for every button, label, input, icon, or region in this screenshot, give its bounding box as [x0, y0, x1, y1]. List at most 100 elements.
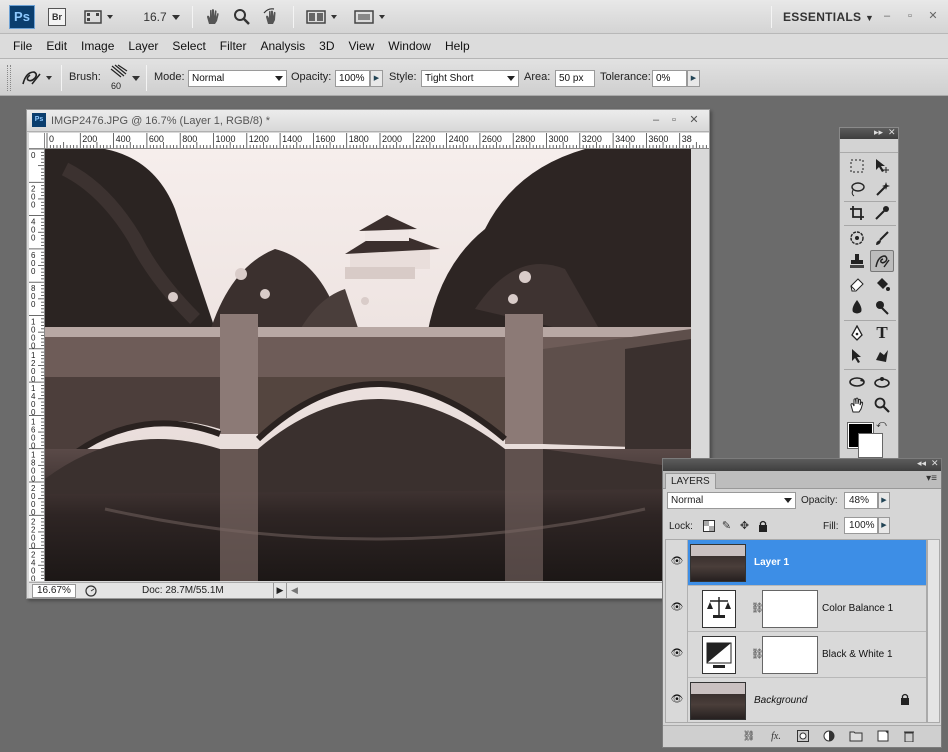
menu-analysis[interactable]: Analysis: [253, 34, 312, 59]
brush-preset-picker[interactable]: 60: [108, 63, 130, 93]
custom-shape-tool[interactable]: [870, 345, 894, 367]
horizontal-ruler[interactable]: 0 200 400 600 800 1000 1200 1400 1600 1800 2000 220…: [45, 133, 709, 149]
blur-tool[interactable]: [845, 296, 869, 318]
screen-mode-button[interactable]: [353, 7, 389, 27]
lock-position-move-icon[interactable]: ✥: [738, 520, 751, 533]
spot-healing-tool[interactable]: [845, 227, 869, 249]
lock-all-icon[interactable]: [756, 520, 769, 533]
zoom-tool-button[interactable]: [232, 7, 252, 27]
lock-transparency-icon[interactable]: [702, 520, 715, 533]
menu-select[interactable]: Select: [165, 34, 212, 59]
scroll-left-icon[interactable]: ◀: [291, 583, 298, 598]
new-group-folder-icon[interactable]: [848, 730, 864, 744]
tools-close-icon[interactable]: ✕: [888, 127, 896, 138]
layer-style-fx-icon[interactable]: fx.: [768, 730, 784, 744]
brush-tool[interactable]: [870, 227, 894, 249]
layers-collapse-icon[interactable]: ◂◂: [917, 458, 926, 469]
swap-colors-icon[interactable]: ⤺: [876, 419, 887, 430]
document-minimize-icon[interactable]: –: [649, 113, 663, 127]
hand-tool-button[interactable]: [203, 7, 223, 27]
add-mask-icon[interactable]: [795, 730, 811, 744]
zoom-tool[interactable]: [870, 394, 894, 416]
menu-view[interactable]: View: [341, 34, 381, 59]
dodge-tool[interactable]: [870, 296, 894, 318]
zoom-level-dropdown[interactable]: 16.7: [140, 7, 170, 27]
tools-collapse-icon[interactable]: ▸▸: [874, 127, 883, 138]
3d-camera-tool[interactable]: [870, 371, 894, 393]
lasso-tool[interactable]: [845, 178, 869, 200]
layer-row-color-balance-1[interactable]: 👁 ⛓ Color Balance 1: [666, 586, 926, 632]
fill-input[interactable]: 100%: [844, 517, 878, 534]
eraser-tool[interactable]: [845, 273, 869, 295]
rotate-view-tool-button[interactable]: [261, 7, 281, 27]
pen-tool[interactable]: [845, 322, 869, 344]
path-selection-tool[interactable]: [845, 345, 869, 367]
visibility-toggle[interactable]: 👁: [666, 540, 688, 586]
status-info-icon[interactable]: [84, 584, 98, 598]
marquee-tool[interactable]: [845, 155, 869, 177]
history-brush-tool[interactable]: [870, 250, 894, 272]
layers-panel-header[interactable]: ◂◂ ✕: [663, 458, 941, 471]
blend-mode-select[interactable]: Normal: [667, 492, 796, 509]
hand-tool[interactable]: [845, 394, 869, 416]
menu-file[interactable]: File: [6, 34, 39, 59]
crop-tool[interactable]: [845, 202, 869, 224]
tools-panel-header[interactable]: ▸▸ ✕: [840, 127, 898, 139]
tolerance-slider-button[interactable]: ▶: [687, 70, 700, 87]
tab-layers[interactable]: LAYERS: [665, 473, 716, 489]
image-canvas[interactable]: [45, 149, 691, 581]
layers-scrollbar[interactable]: [927, 539, 940, 723]
maximize-icon[interactable]: ▫: [903, 9, 917, 23]
zoom-level-arrow[interactable]: [170, 7, 182, 27]
visibility-toggle[interactable]: 👁: [666, 678, 688, 722]
tolerance-input[interactable]: 0%: [652, 70, 687, 87]
menu-window[interactable]: Window: [381, 34, 438, 59]
move-tool[interactable]: [870, 155, 894, 177]
layer-opacity-slider-button[interactable]: ▶: [878, 492, 890, 509]
visibility-toggle[interactable]: 👁: [666, 586, 688, 632]
link-layers-icon[interactable]: ⛓: [741, 730, 757, 744]
eyedropper-tool[interactable]: [870, 202, 894, 224]
type-tool[interactable]: T: [870, 322, 894, 344]
delete-layer-trash-icon[interactable]: [901, 730, 917, 744]
new-layer-icon[interactable]: [875, 730, 891, 744]
opacity-slider-button[interactable]: ▶: [370, 70, 383, 87]
panel-menu-icon[interactable]: ▾≡: [926, 473, 937, 484]
opacity-input[interactable]: 100%: [335, 70, 370, 87]
clone-stamp-tool[interactable]: [845, 250, 869, 272]
background-color-swatch[interactable]: [858, 433, 883, 458]
menu-3d[interactable]: 3D: [312, 34, 341, 59]
tool-preset-picker[interactable]: [18, 66, 58, 90]
workspace-switcher[interactable]: ESSENTIALS ▼: [783, 10, 874, 24]
area-input[interactable]: 50 px: [555, 70, 595, 87]
layer-row-background[interactable]: 👁 Background: [666, 678, 926, 722]
layers-close-icon[interactable]: ✕: [931, 458, 939, 469]
magic-wand-tool[interactable]: [870, 178, 894, 200]
menu-image[interactable]: Image: [74, 34, 121, 59]
3d-rotate-tool[interactable]: [845, 371, 869, 393]
brush-preset-chevron-icon[interactable]: [132, 73, 140, 85]
new-adjustment-layer-icon[interactable]: [821, 730, 837, 744]
paint-bucket-tool[interactable]: [870, 273, 894, 295]
menu-edit[interactable]: Edit: [39, 34, 74, 59]
style-select[interactable]: Tight Short: [421, 70, 519, 87]
minimize-icon[interactable]: –: [880, 9, 894, 23]
menu-filter[interactable]: Filter: [213, 34, 254, 59]
ruler-origin[interactable]: [29, 133, 45, 149]
layer-row-layer-1[interactable]: 👁 Layer 1: [666, 540, 926, 586]
tools-grip[interactable]: [840, 139, 898, 153]
document-maximize-icon[interactable]: ▫: [667, 113, 681, 127]
vertical-ruler[interactable]: 0200400600800100012001400160018002000220…: [29, 149, 45, 581]
close-icon[interactable]: ✕: [926, 9, 940, 23]
document-title-bar[interactable]: Ps IMGP2476.JPG @ 16.7% (Layer 1, RGB/8)…: [27, 110, 709, 132]
layer-row-black-and-white-1[interactable]: 👁 ⛓ Black & White 1: [666, 632, 926, 678]
options-grip[interactable]: [7, 65, 11, 91]
menu-help[interactable]: Help: [438, 34, 477, 59]
document-zoom-field[interactable]: 16.67%: [32, 584, 76, 598]
status-menu-arrow-icon[interactable]: ▶: [273, 583, 287, 598]
arrange-documents-button[interactable]: [305, 7, 341, 27]
document-close-icon[interactable]: ✕: [687, 113, 701, 127]
view-extras-button[interactable]: [82, 7, 116, 27]
launch-bridge-button[interactable]: Br: [48, 8, 66, 26]
layer-opacity-input[interactable]: 48%: [844, 492, 878, 509]
